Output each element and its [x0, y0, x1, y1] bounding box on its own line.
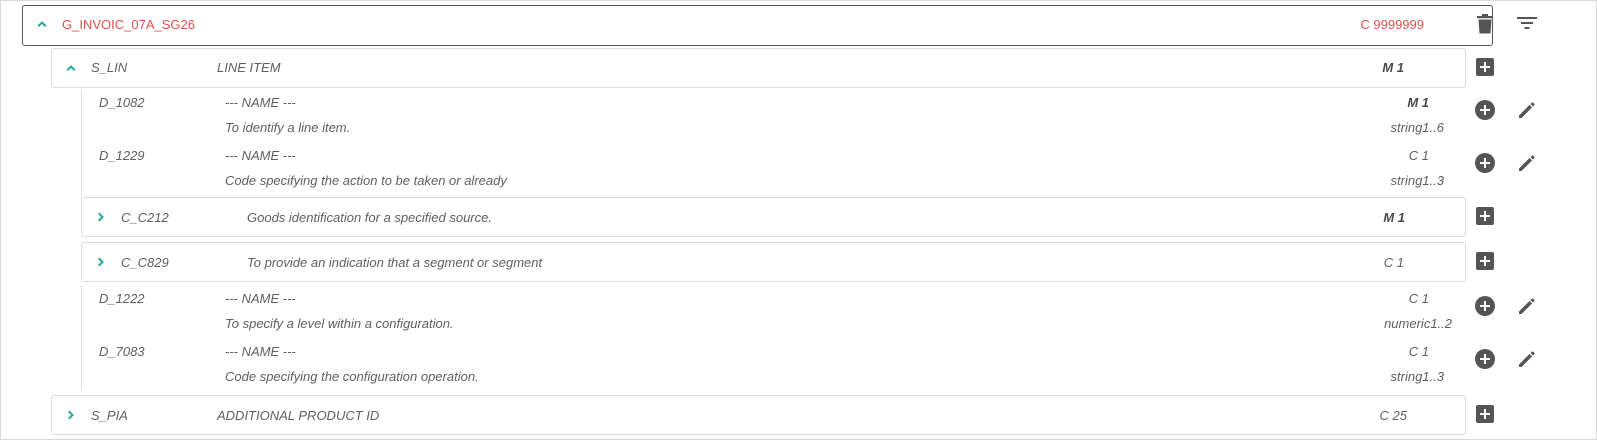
composite-cardinality: M 1 [1383, 210, 1405, 225]
add-circle-icon[interactable] [1473, 151, 1497, 175]
delete-icon[interactable] [1473, 12, 1497, 36]
field-type: string1..6 [1390, 120, 1444, 135]
nest-guide-line [81, 285, 82, 391]
add-box-icon[interactable] [1473, 55, 1497, 79]
add-box-icon[interactable] [1473, 249, 1497, 273]
field-id: D_7083 [99, 344, 145, 359]
field-type: string1..3 [1390, 173, 1444, 188]
expand-composite-chevron-right-icon[interactable] [92, 208, 110, 226]
edit-pencil-icon[interactable] [1515, 294, 1539, 318]
segment-pia-label: ADDITIONAL PRODUCT ID [217, 408, 380, 423]
segment-lin-label: LINE ITEM [217, 60, 281, 75]
field-cardinality: C 1 [1408, 148, 1429, 163]
composite-description: Goods identification for a specified sou… [247, 210, 492, 225]
root-group-panel [22, 5, 1493, 46]
root-group-cardinality: C 9999999 [1360, 17, 1424, 32]
field-name: --- NAME --- [225, 344, 296, 359]
field-description: To identify a line item. [225, 120, 351, 135]
add-circle-icon[interactable] [1473, 347, 1497, 371]
field-id: D_1229 [99, 148, 145, 163]
collapse-segment-lin-chevron-up-icon[interactable] [62, 59, 80, 77]
add-circle-icon[interactable] [1473, 294, 1497, 318]
field-cardinality: C 1 [1408, 344, 1429, 359]
segment-pia-cardinality: C 25 [1379, 408, 1407, 423]
edit-pencil-icon[interactable] [1515, 347, 1539, 371]
composite-cardinality: C 1 [1383, 255, 1404, 270]
field-description: To specify a level within a configuratio… [225, 316, 454, 331]
nest-guide-line [81, 89, 82, 196]
field-name: --- NAME --- [225, 95, 296, 110]
add-box-icon[interactable] [1473, 402, 1497, 426]
add-circle-icon[interactable] [1473, 98, 1497, 122]
segment-lin-cardinality: M 1 [1382, 60, 1404, 75]
segment-lin-id: S_LIN [91, 60, 128, 75]
composite-description: To provide an indication that a segment … [247, 255, 543, 270]
field-type: string1..3 [1390, 369, 1444, 384]
composite-id: C_C829 [121, 255, 169, 270]
expand-segment-pia-chevron-right-icon[interactable] [62, 406, 80, 424]
field-description: Code specifying the configuration operat… [225, 369, 479, 384]
field-id: D_1082 [99, 95, 145, 110]
field-description: Code specifying the action to be taken o… [225, 173, 507, 188]
field-name: --- NAME --- [225, 291, 296, 306]
segment-tree: G_INVOIC_07A_SG26 C 9999999 S_LIN LINE I… [0, 0, 1597, 440]
collapse-root-chevron-up-icon[interactable] [33, 15, 51, 33]
field-cardinality: C 1 [1408, 291, 1429, 306]
field-id: D_1222 [99, 291, 145, 306]
field-name: --- NAME --- [225, 148, 296, 163]
edit-pencil-icon[interactable] [1515, 151, 1539, 175]
filter-icon[interactable] [1515, 11, 1539, 35]
root-group-name: G_INVOIC_07A_SG26 [62, 17, 195, 32]
expand-composite-chevron-right-icon[interactable] [92, 253, 110, 271]
composite-id: C_C212 [121, 210, 169, 225]
field-type: numeric1..2 [1384, 316, 1452, 331]
segment-pia-id: S_PIA [91, 408, 128, 423]
field-cardinality: M 1 [1407, 95, 1429, 110]
edit-pencil-icon[interactable] [1515, 98, 1539, 122]
add-box-icon[interactable] [1473, 204, 1497, 228]
